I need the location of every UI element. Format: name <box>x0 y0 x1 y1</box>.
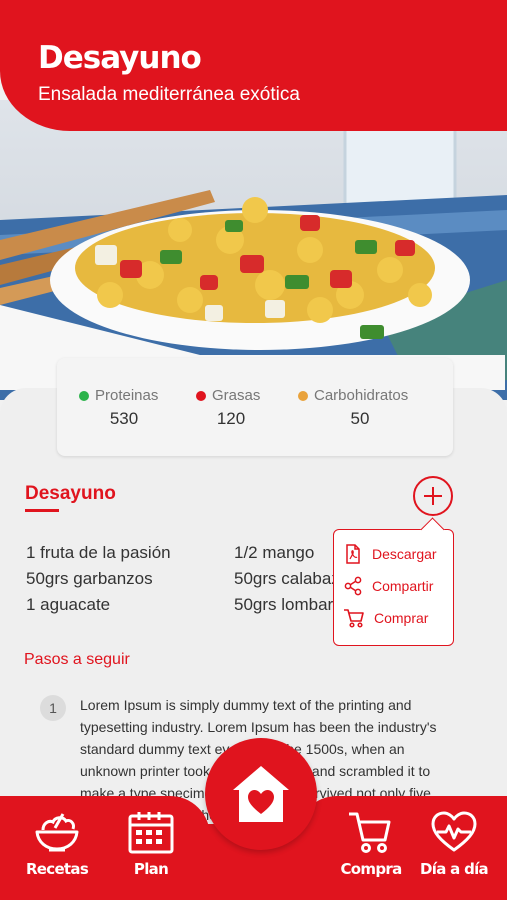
share-icon <box>344 576 362 596</box>
header: Desayuno Ensalada mediterránea exótica <box>0 0 507 131</box>
calendar-icon <box>128 812 174 854</box>
page-title: Desayuno <box>38 40 202 76</box>
nav-item-dia-a-dia[interactable]: Día a día <box>416 810 492 878</box>
cart-icon <box>349 812 391 853</box>
add-options-button[interactable] <box>413 476 453 516</box>
options-menu: Descargar Compartir Comprar <box>333 529 454 646</box>
heart-pulse-icon <box>431 811 477 852</box>
menu-item-download[interactable]: Descargar <box>343 544 437 564</box>
ingredient-item: 50grs garbanzos <box>26 569 153 588</box>
red-dot-icon <box>196 390 206 401</box>
nav-label: Recetas <box>25 860 89 878</box>
menu-item-label: Descargar <box>372 546 437 562</box>
nutrition-proteins: Proteinas 530 <box>79 387 169 429</box>
recipe-photo <box>0 100 507 400</box>
section-title: Desayuno <box>25 483 116 504</box>
pdf-icon <box>346 544 360 564</box>
menu-item-buy[interactable]: Comprar <box>343 608 428 628</box>
ingredient-item: 1 aguacate <box>26 595 111 614</box>
nav-label: Día a día <box>420 860 489 878</box>
nutrition-fats: Grasas 120 <box>196 387 266 429</box>
nutrition-value: 530 <box>109 409 139 428</box>
ingredient-item: 1 fruta de la pasión <box>26 543 171 562</box>
salad-bowl-icon <box>35 813 79 852</box>
nutrition-label: Proteinas <box>95 387 159 404</box>
orange-dot-icon <box>298 390 308 401</box>
nav-label: Compra <box>340 860 402 878</box>
nav-item-compra[interactable]: Compra <box>336 810 406 878</box>
recipe-subtitle: Ensalada mediterránea exótica <box>38 84 300 105</box>
nutrition-label: Carbohidratos <box>314 387 409 404</box>
green-dot-icon <box>79 390 89 401</box>
nav-label: Plan <box>133 860 169 878</box>
cart-icon <box>344 609 364 628</box>
menu-item-label: Compartir <box>372 578 434 594</box>
nutrition-label: Grasas <box>212 387 261 404</box>
menu-item-label: Comprar <box>374 610 429 626</box>
nutrition-value: 120 <box>216 409 246 428</box>
nutrition-value: 50 <box>350 409 370 428</box>
home-heart-icon <box>233 766 289 822</box>
menu-item-share[interactable]: Compartir <box>343 576 433 596</box>
nutrition-card: Proteinas 530 Grasas 120 Carbohidratos 5… <box>57 358 453 456</box>
step-number: 1 <box>40 695 66 721</box>
home-button[interactable] <box>205 738 317 850</box>
ingredient-list: 1 fruta de la pasión 1/2 mango 50grs gar… <box>26 543 356 615</box>
section-underline <box>25 509 59 512</box>
nutrition-carbs: Carbohidratos 50 <box>298 387 422 429</box>
nav-item-recetas[interactable]: Recetas <box>22 810 92 878</box>
nav-item-plan[interactable]: Plan <box>118 810 184 878</box>
steps-title: Pasos a seguir <box>24 651 130 668</box>
